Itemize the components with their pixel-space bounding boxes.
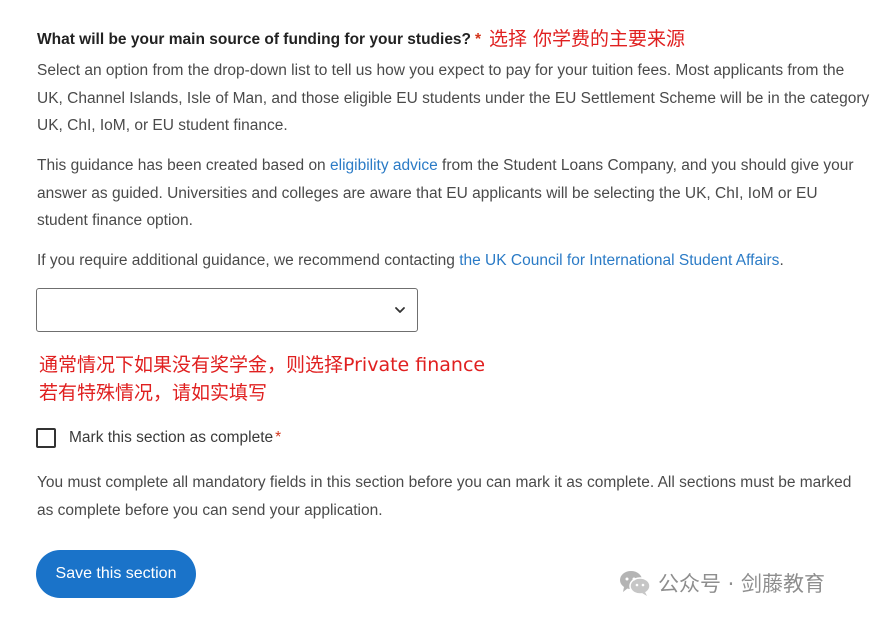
mark-complete-label[interactable]: Mark this section as complete * [69, 429, 281, 447]
required-asterisk: * [275, 429, 282, 446]
eligibility-advice-link[interactable]: eligibility advice [330, 157, 438, 174]
annotation-choose-funding: 选择 你学费的主要来源 [489, 28, 686, 50]
funding-question-label: What will be your main source of funding… [37, 31, 481, 49]
mark-complete-row: Mark this section as complete * [36, 426, 281, 450]
watermark-text: 公众号 · 剑藤教育 [658, 572, 826, 596]
p2-text-before: This guidance has been created based on [37, 157, 330, 174]
mark-complete-checkbox[interactable] [36, 428, 56, 448]
mandatory-fields-note: You must complete all mandatory fields i… [37, 474, 852, 519]
chevron-down-icon [395, 307, 405, 313]
annotation-private-finance: 通常情况下如果没有奖学金，则选择Private finance [39, 354, 486, 376]
guidance-paragraph-1: Select an option from the drop-down list… [37, 62, 870, 134]
question-text: What will be your main source of funding… [37, 31, 472, 48]
mark-complete-label-text: Mark this section as complete [69, 429, 274, 446]
wechat-icon [620, 571, 651, 596]
save-section-button[interactable]: Save this section [36, 550, 196, 598]
ukcisa-link[interactable]: the UK Council for International Student… [459, 252, 779, 269]
p3-text-after: . [779, 252, 784, 269]
guidance-paragraph-3: If you require additional guidance, we r… [37, 247, 872, 275]
funding-source-select[interactable] [36, 288, 418, 332]
application-section-page: What will be your main source of funding… [0, 0, 886, 618]
guidance-paragraph-2: This guidance has been created based on … [37, 152, 872, 235]
required-asterisk: * [475, 31, 482, 48]
watermark: 公众号 · 剑藤教育 [618, 566, 825, 600]
annotation-special-cases: 若有特殊情况，请如实填写 [39, 382, 268, 404]
p3-text-before: If you require additional guidance, we r… [37, 252, 460, 269]
